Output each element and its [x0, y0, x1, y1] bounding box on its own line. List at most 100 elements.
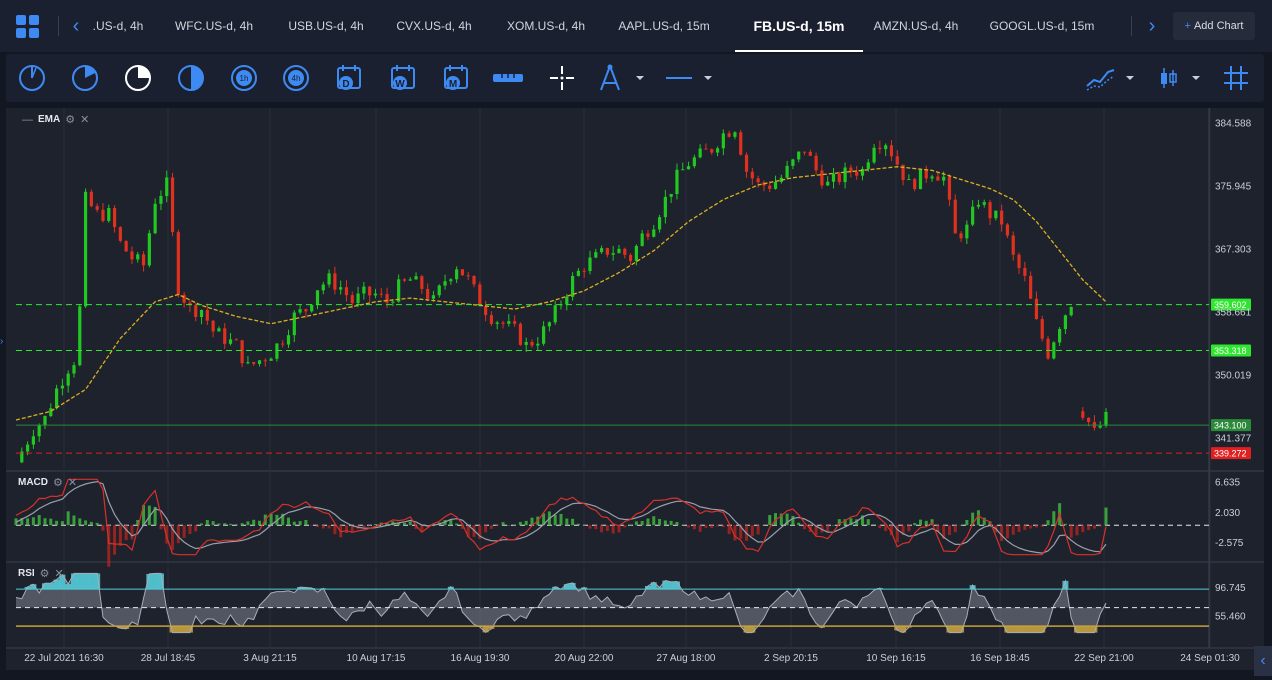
tab-chart[interactable]: AAPL.US-d, 15m: [610, 0, 718, 52]
tab-chart-active[interactable]: FB.US-d, 15m: [735, 0, 863, 52]
candle-body: [1046, 338, 1050, 359]
price-tick-label: 341.377: [1215, 434, 1252, 445]
settings-icon[interactable]: ⚙: [65, 113, 75, 126]
rsi-oversold-fill: [1033, 626, 1040, 633]
grid-icon[interactable]: [1220, 62, 1252, 94]
candle-body: [54, 388, 59, 409]
tab-chart[interactable]: .US-d, 4h: [88, 0, 148, 52]
candle-body: [947, 176, 952, 200]
tab-chart[interactable]: GOOGL.US-d, 15m: [982, 0, 1102, 52]
candle-body: [501, 322, 505, 324]
macd-histogram-bar: [524, 520, 528, 526]
macd-histogram-bar: [634, 521, 638, 526]
clock-15m-icon[interactable]: [16, 62, 48, 94]
candle-body: [576, 270, 580, 276]
close-icon[interactable]: ✕: [55, 567, 64, 580]
candle-body: [1087, 417, 1091, 423]
candle-body: [773, 181, 778, 189]
candle-body: [234, 339, 238, 341]
tab-chart[interactable]: AMZN.US-d, 4h: [866, 0, 966, 52]
candle-body: [1063, 315, 1068, 330]
candle-body: [536, 343, 540, 346]
candle-body: [953, 199, 957, 234]
macd-histogram-bar: [872, 524, 876, 526]
time-axis-label: 28 Jul 18:45: [141, 653, 196, 664]
line-chart-type-icon[interactable]: [1084, 62, 1138, 94]
macd-histogram-bar: [1011, 525, 1015, 535]
collapse-panel-icon[interactable]: ‹: [1254, 646, 1272, 676]
macd-histogram-bar: [1046, 520, 1050, 526]
candle-body: [176, 232, 180, 295]
candle-body: [327, 273, 331, 285]
candle-body: [634, 245, 638, 262]
macd-histogram-bar: [217, 523, 221, 526]
tabs-scroll-left-icon[interactable]: ‹: [66, 14, 86, 38]
tab-chart[interactable]: WFC.US-d, 4h: [168, 0, 260, 52]
price-tick-label: 375.945: [1215, 181, 1252, 192]
macd-histogram-bar: [663, 520, 667, 526]
side-panel-handle-icon[interactable]: ›: [0, 336, 5, 348]
macd-histogram-bar: [304, 520, 308, 526]
settings-icon[interactable]: ⚙: [53, 476, 63, 489]
candle-body: [698, 148, 702, 158]
macd-histogram-bar: [756, 525, 760, 535]
chart-panel[interactable]: 384.588 375.945 367.303 350.019 341.377 359.6…: [6, 108, 1264, 670]
candle-body: [814, 155, 818, 171]
clock-1h-icon[interactable]: [122, 62, 154, 94]
candle-body: [205, 310, 209, 321]
macd-histogram-bar: [924, 520, 928, 526]
candle-body: [826, 181, 830, 186]
candlestick-icon[interactable]: [1156, 62, 1204, 94]
macd-histogram-bar: [1040, 525, 1044, 527]
crosshair-icon[interactable]: [546, 62, 578, 94]
tab-chart[interactable]: XOM.US-d, 4h: [498, 0, 594, 52]
tab-chart[interactable]: USB.US-d, 4h: [282, 0, 370, 52]
compass-icon[interactable]: [594, 62, 646, 94]
candle-body: [95, 206, 99, 210]
candle-body: [72, 365, 76, 374]
macd-histogram-bar: [965, 519, 969, 526]
candle-body: [350, 295, 354, 304]
macd-histogram-bar: [710, 525, 714, 529]
macd-histogram-bar: [321, 525, 325, 529]
candle-body: [791, 159, 795, 166]
macd-histogram-bar: [194, 525, 198, 532]
candle-body: [704, 148, 708, 150]
candle-body: [530, 341, 534, 346]
macd-histogram-bar: [1023, 525, 1027, 530]
macd-histogram-bar: [1034, 525, 1038, 528]
add-chart-button[interactable]: + Add Chart: [1173, 12, 1255, 40]
macd-histogram-bar: [84, 520, 88, 526]
candle-body: [1029, 275, 1033, 299]
candle-body: [339, 287, 343, 290]
candle-body: [599, 248, 604, 253]
price-chart[interactable]: 384.588375.945367.303350.019341.377359.6…: [6, 108, 1264, 670]
calendar-month-letter: M: [449, 79, 457, 90]
calendar-day-icon[interactable]: D: [334, 62, 366, 94]
close-icon[interactable]: ✕: [68, 476, 77, 489]
tab-chart[interactable]: CVX.US-d, 4h: [390, 0, 478, 52]
rsi-oversold-fill: [1021, 626, 1028, 633]
calendar-month-icon[interactable]: M: [441, 62, 473, 94]
clock-30m-icon[interactable]: [69, 62, 101, 94]
calendar-week-icon[interactable]: W: [388, 62, 420, 94]
macd-histogram-bar: [692, 525, 696, 530]
candle-body: [165, 177, 169, 196]
candle-body: [112, 208, 117, 228]
close-icon[interactable]: ✕: [80, 113, 89, 126]
ruler-icon[interactable]: [492, 62, 524, 94]
settings-icon[interactable]: ⚙: [40, 567, 50, 580]
line-icon[interactable]: [662, 62, 718, 94]
tabs-scroll-right-icon[interactable]: ›: [1142, 14, 1162, 38]
rsi-oversold-fill: [1010, 626, 1017, 633]
period-1h-icon[interactable]: 1h: [228, 62, 260, 94]
macd-histogram-bar: [803, 525, 807, 530]
candle-body: [472, 275, 476, 285]
clock-2h-icon[interactable]: [175, 62, 207, 94]
candle-body: [321, 284, 325, 291]
macd-histogram-bar: [455, 523, 459, 526]
layout-grid-icon[interactable]: [14, 12, 42, 40]
period-4h-icon[interactable]: 4h: [280, 62, 312, 94]
rsi-oversold-fill: [1085, 626, 1092, 633]
collapse-icon[interactable]: —: [22, 114, 33, 126]
